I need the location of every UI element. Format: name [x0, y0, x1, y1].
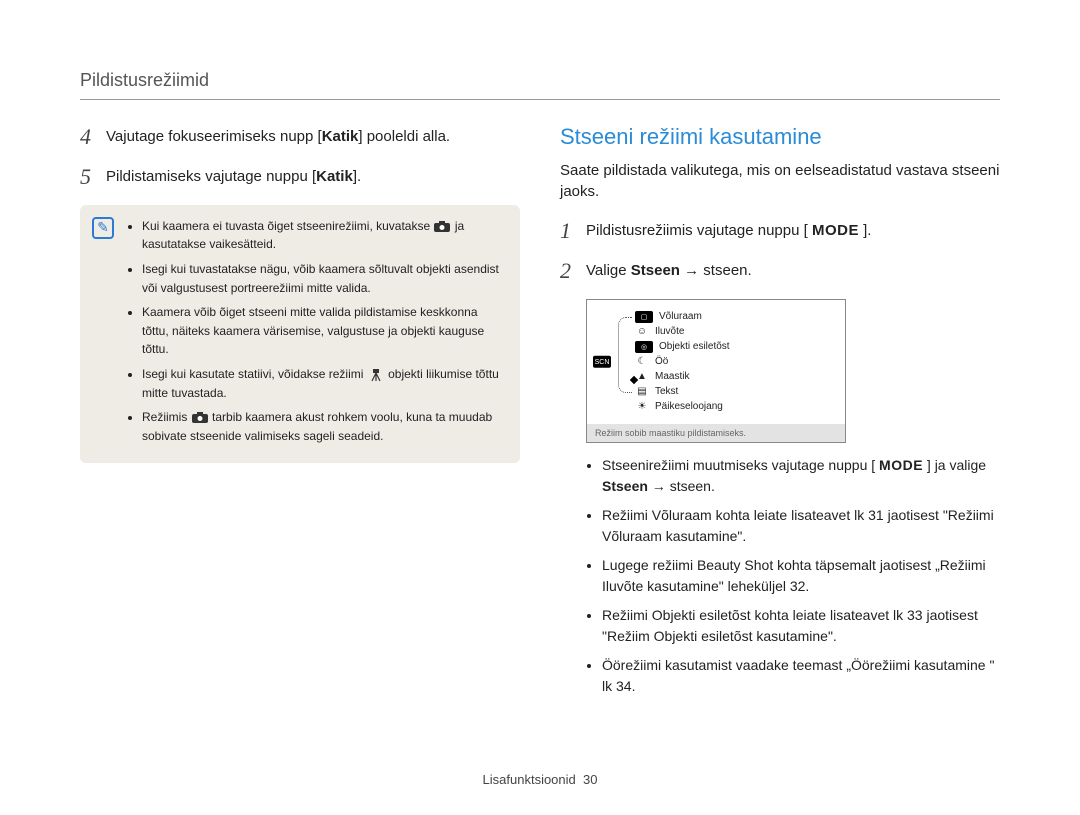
scene-item-beauty: ☺ Iluvõte [635, 326, 835, 338]
footer-page: 30 [583, 772, 597, 787]
content-columns: 4 Vajutage fokuseerimiseks nupp [Katik] … [80, 124, 1000, 705]
camera-screen: SCN ▢ Võluraam ☺ Iluvõte ◎ Objekti esile… [586, 299, 846, 443]
note-item: Isegi kui tuvastatakse nägu, võib kaamer… [142, 260, 504, 297]
scene-item-sunset: ☀ Päikeseloojang [635, 401, 835, 413]
bullet-item: Stseenirežiimi muutmiseks vajutage nuppu… [602, 455, 1000, 497]
note-icon: ✎ [92, 217, 114, 239]
bullet-item: Lugege režiimi Beauty Shot kohta täpsema… [602, 555, 1000, 597]
face-icon: ☺ [635, 326, 649, 338]
note-item: Režiimis tarbib kaamera akust rohkem voo… [142, 408, 504, 445]
smart-auto-icon [191, 411, 209, 425]
header-rule [80, 99, 1000, 100]
step-text: Valige Stseen → stseen. [586, 258, 1000, 283]
step-number: 5 [80, 164, 106, 190]
note-item: Kui kaamera ei tuvasta õiget stseenireži… [142, 217, 504, 254]
scene-item-frame: ▢ Võluraam [635, 311, 835, 323]
section-title: Stseeni režiimi kasutamine [560, 124, 1000, 150]
scene-mode-icon: SCN [593, 356, 611, 369]
scene-item-text: ▤ Tekst [635, 386, 835, 398]
highlight-icon: ◎ [635, 341, 653, 353]
step-number: 2 [560, 258, 586, 284]
screen-footer: Režiim sobib maastiku pildistamiseks. [587, 424, 845, 442]
dial-indicator [618, 317, 632, 393]
bullet-item: Režiimi Objekti esiletõst kohta leiate l… [602, 605, 1000, 647]
step-4: 4 Vajutage fokuseerimiseks nupp [Katik] … [80, 124, 520, 150]
header-title: Pildistusrežiimid [80, 70, 1000, 91]
night-icon: ☾ [635, 356, 649, 368]
scene-item-highlight: ◎ Objekti esiletõst [635, 341, 835, 353]
page-footer: Lisafunktsioonid 30 [0, 772, 1080, 787]
note-box: ✎ Kui kaamera ei tuvasta õiget stseenire… [80, 205, 520, 464]
footer-section: Lisafunktsioonid [483, 772, 576, 787]
intro-text: Saate pildistada valikutega, mis on eels… [560, 160, 1000, 202]
smart-auto-icon [433, 220, 451, 234]
left-column: 4 Vajutage fokuseerimiseks nupp [Katik] … [80, 124, 520, 705]
step-2: 2 Valige Stseen → stseen. [560, 258, 1000, 284]
scene-item-night: ☾ Öö [635, 356, 835, 368]
note-item: Isegi kui kasutate statiivi, võidakse re… [142, 365, 504, 402]
step-1: 1 Pildistusrežiimis vajutage nuppu [ MOD… [560, 218, 1000, 244]
frame-icon: ▢ [635, 311, 653, 323]
page-header: Pildistusrežiimid [80, 70, 1000, 100]
sunset-icon: ☀ [635, 401, 649, 413]
scene-item-landscape: ▲ Maastik [635, 371, 835, 383]
bullet-item: Öörežiimi kasutamist vaadake teemast „Öö… [602, 655, 1000, 697]
info-bullets: Stseenirežiimi muutmiseks vajutage nuppu… [560, 455, 1000, 697]
text-icon: ▤ [635, 386, 649, 398]
right-column: Stseeni režiimi kasutamine Saate pildist… [560, 124, 1000, 705]
step-number: 1 [560, 218, 586, 244]
step-5: 5 Pildistamiseks vajutage nuppu [Katik]. [80, 164, 520, 190]
step-text: Pildistamiseks vajutage nuppu [Katik]. [106, 164, 520, 189]
note-item: Kaamera võib õiget stseeni mitte valida … [142, 303, 504, 359]
step-text: Pildistusrežiimis vajutage nuppu [ MODE … [586, 218, 1000, 243]
step-text: Vajutage fokuseerimiseks nupp [Katik] po… [106, 124, 520, 149]
step-number: 4 [80, 124, 106, 150]
bullet-item: Režiimi Võluraam kohta leiate lisateavet… [602, 505, 1000, 547]
tripod-icon [367, 368, 385, 382]
